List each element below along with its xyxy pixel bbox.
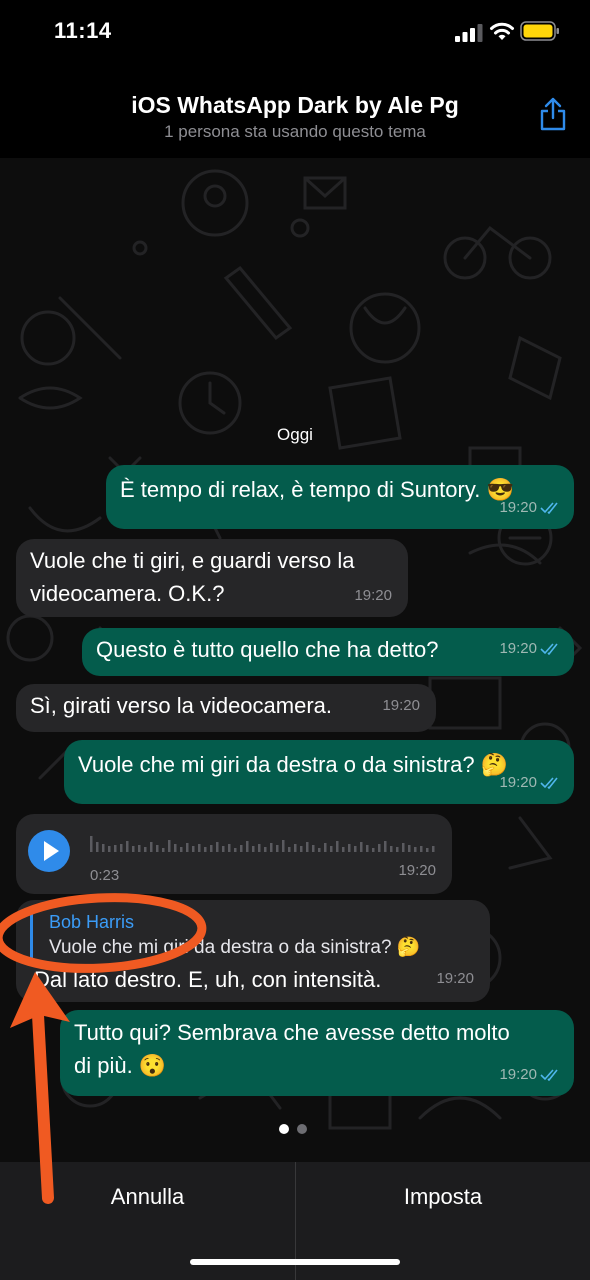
- home-indicator[interactable]: [190, 1259, 400, 1265]
- message-time: 19:20: [382, 697, 420, 714]
- message-meta: 19:20: [398, 855, 436, 886]
- message-meta: 19:20: [499, 633, 562, 664]
- wifi-icon: [490, 22, 514, 40]
- message-meta: 19:20: [499, 1059, 562, 1090]
- message-time: 19:20: [398, 862, 436, 879]
- message-meta: 19:20: [499, 492, 562, 523]
- double-check-icon: [540, 1068, 558, 1081]
- status-time: 11:14: [54, 18, 112, 43]
- audio-waveform: [90, 836, 435, 852]
- message-bubble-incoming[interactable]: Sì, girati verso la videocamera. 19:20: [16, 684, 436, 732]
- double-check-icon: [540, 776, 558, 789]
- message-meta: 19:20: [382, 690, 420, 721]
- share-icon[interactable]: [538, 96, 568, 132]
- message-text: Vuole che mi giri da destra o da sinistr…: [78, 752, 509, 777]
- quote-author: Bob Harris: [49, 912, 135, 932]
- message-time: 19:20: [499, 774, 537, 791]
- message-time: 19:20: [436, 970, 474, 987]
- cancel-button[interactable]: Annulla: [0, 1162, 295, 1232]
- message-bubble-outgoing[interactable]: Questo è tutto quello che ha detto? 19:2…: [82, 628, 574, 676]
- double-check-icon: [540, 642, 558, 655]
- message-time: 19:20: [354, 587, 392, 604]
- battery-icon: [520, 21, 559, 41]
- message-text: Vuole che ti giri, e guardi verso la vid…: [30, 548, 355, 606]
- message-bubble-outgoing[interactable]: Vuole che mi giri da destra o da sinistr…: [64, 740, 574, 804]
- message-time: 19:20: [499, 1066, 537, 1083]
- message-text: È tempo di relax, è tempo di Suntory. 😎: [120, 477, 514, 502]
- reply-message-bubble[interactable]: Bob Harris Vuole che mi giri da destra o…: [16, 900, 490, 1002]
- page-dot-active[interactable]: [279, 1124, 289, 1134]
- theme-header: iOS WhatsApp Dark by Ale Pg 1 persona st…: [0, 68, 590, 159]
- page-dot[interactable]: [297, 1124, 307, 1134]
- message-meta: 19:20: [354, 580, 392, 611]
- theme-title: iOS WhatsApp Dark by Ale Pg: [131, 92, 459, 118]
- message-time: 19:20: [499, 640, 537, 657]
- message-bubble-incoming[interactable]: Vuole che ti giri, e guardi verso la vid…: [16, 539, 408, 617]
- set-theme-button[interactable]: Imposta: [296, 1162, 590, 1232]
- theme-subtitle: 1 persona sta usando questo tema: [164, 122, 426, 141]
- chat-preview: Oggi È tempo di relax, è tempo di Suntor…: [0, 158, 590, 1162]
- status-bar: 11:14: [0, 0, 590, 68]
- message-text: Tutto qui? Sembrava che avesse detto mol…: [74, 1020, 510, 1078]
- message-meta: 19:20: [499, 767, 562, 798]
- message-text: Questo è tutto quello che ha detto?: [96, 637, 439, 662]
- page-indicator[interactable]: [279, 1124, 307, 1134]
- play-icon[interactable]: [28, 830, 70, 872]
- message-meta: 19:20: [436, 963, 474, 994]
- message-text: Sì, girati verso la videocamera.: [30, 693, 333, 718]
- voice-message-bubble[interactable]: 0:23 19:20: [16, 814, 452, 894]
- message-time: 19:20: [499, 499, 537, 516]
- message-bubble-outgoing[interactable]: Tutto qui? Sembrava che avesse detto mol…: [60, 1010, 574, 1096]
- signal-icon: [455, 24, 483, 42]
- message-text: Dal lato destro. E, uh, con intensità.: [34, 967, 382, 992]
- date-separator: Oggi: [277, 425, 313, 444]
- voice-duration: 0:23: [90, 867, 120, 884]
- quoted-message[interactable]: Bob Harris Vuole che mi giri da destra o…: [30, 908, 472, 966]
- message-bubble-outgoing[interactable]: È tempo di relax, è tempo di Suntory. 😎 …: [106, 465, 574, 529]
- double-check-icon: [540, 501, 558, 514]
- quote-text: Vuole che mi giri da destra o da sinistr…: [49, 937, 421, 958]
